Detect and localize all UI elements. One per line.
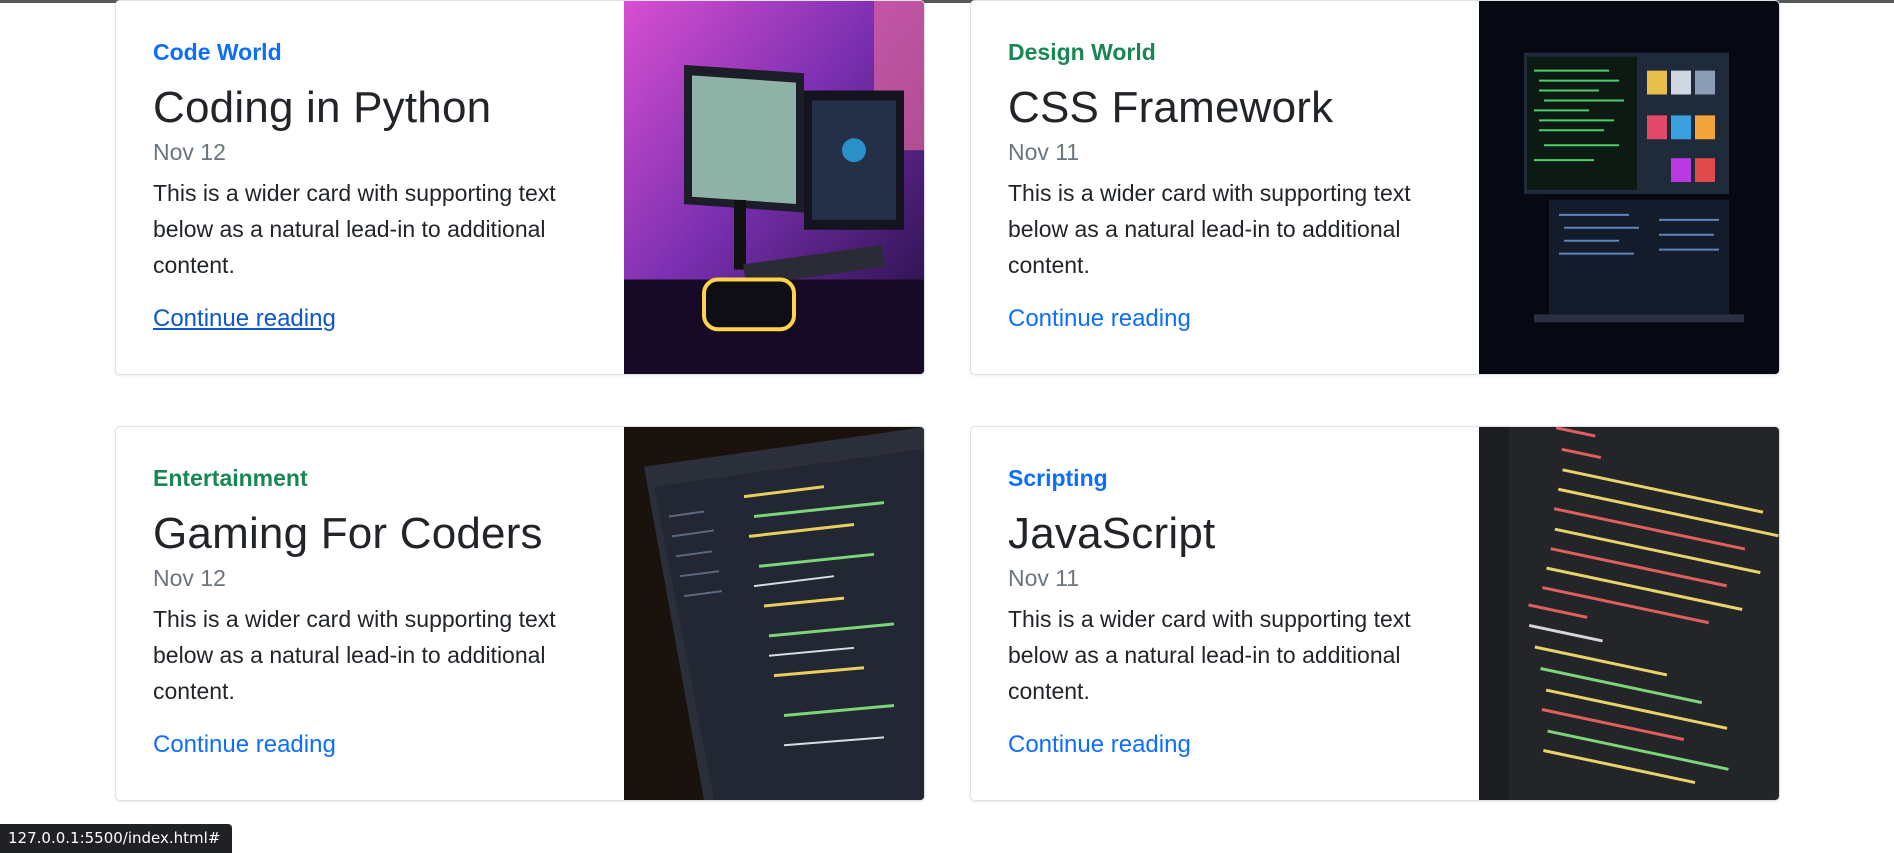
card-title: JavaScript	[1008, 509, 1216, 558]
card-category: Code World	[153, 39, 282, 65]
continue-reading-link[interactable]: Continue reading	[153, 305, 336, 333]
card-category: Design World	[1008, 39, 1156, 65]
continue-reading-link[interactable]: Continue reading	[1008, 731, 1191, 759]
continue-reading-link[interactable]: Continue reading	[1008, 305, 1191, 333]
card-text: This is a wider card with supporting tex…	[1008, 606, 1411, 704]
card-gaming-for-coders: Entertainment Gaming For Coders Nov 12 T…	[115, 426, 925, 801]
card-date: Nov 11	[1008, 139, 1080, 165]
card-image-laptop-code-editor	[624, 427, 924, 800]
browser-status-bar: 127.0.0.1:5500/index.html#	[0, 824, 233, 853]
card-date: Nov 12	[153, 565, 226, 591]
card-title: CSS Framework	[1008, 83, 1334, 132]
card-coding-in-python: Code World Coding in Python Nov 12 This …	[115, 0, 925, 375]
card-category: Scripting	[1008, 465, 1108, 491]
card-title: Coding in Python	[153, 83, 492, 132]
card-date: Nov 12	[153, 139, 226, 165]
card-image-html-source-code	[1479, 427, 1779, 800]
card-date: Nov 11	[1008, 565, 1080, 591]
card-category: Entertainment	[153, 465, 308, 491]
card-image-dual-monitor-code	[1479, 1, 1779, 374]
card-text: This is a wider card with supporting tex…	[153, 606, 556, 704]
card-image-gaming-pc-setup	[624, 1, 924, 374]
card-text: This is a wider card with supporting tex…	[1008, 180, 1411, 278]
card-title: Gaming For Coders	[153, 509, 543, 558]
continue-reading-link[interactable]: Continue reading	[153, 731, 336, 759]
card-javascript: Scripting JavaScript Nov 11 This is a wi…	[970, 426, 1780, 801]
card-css-framework: Design World CSS Framework Nov 11 This i…	[970, 0, 1780, 375]
card-text: This is a wider card with supporting tex…	[153, 180, 556, 278]
